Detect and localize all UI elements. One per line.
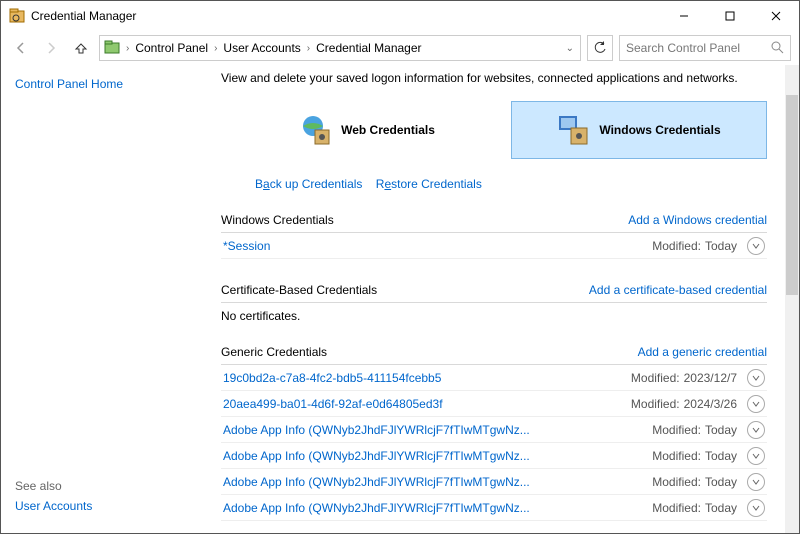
address-bar[interactable]: › Control Panel › User Accounts › Creden… [99, 35, 581, 61]
restore-credentials-link[interactable]: Restore Credentials [376, 177, 482, 191]
credential-row[interactable]: Adobe App Info (QWNyb2JhdFJlYWRlcjF7fTIw… [221, 469, 767, 495]
credential-modified: Modified:Today [652, 475, 737, 489]
expand-icon[interactable] [747, 499, 765, 517]
titlebar: Credential Manager [1, 1, 799, 31]
windows-safe-icon [557, 114, 589, 146]
credential-name[interactable]: Adobe App Info (QWNyb2JhdFJlYWRlcjF7fTIw… [223, 501, 530, 515]
expand-icon[interactable] [747, 369, 765, 387]
backup-credentials-link[interactable]: Back up Credentials [255, 177, 362, 191]
breadcrumb-current: Credential Manager [316, 41, 421, 55]
up-button[interactable] [69, 36, 93, 60]
tile-label: Windows Credentials [599, 123, 720, 137]
credential-modified: Modified:Today [652, 449, 737, 463]
add-certificate-credential-link[interactable]: Add a certificate-based credential [589, 283, 767, 297]
credential-modified: Modified:Today [652, 239, 737, 253]
chevron-right-icon[interactable]: › [124, 43, 131, 54]
credential-type-tiles: Web Credentials Windows Credentials [221, 101, 767, 159]
search-placeholder: Search Control Panel [626, 41, 740, 55]
tile-label: Web Credentials [341, 123, 435, 137]
minimize-button[interactable] [661, 1, 707, 31]
credential-name[interactable]: Adobe App Info (QWNyb2JhdFJlYWRlcjF7fTIw… [223, 449, 530, 463]
credential-name[interactable]: 19c0bd2a-c7a8-4fc2-bdb5-411154fcebb5 [223, 371, 441, 385]
section-title: Generic Credentials [221, 345, 327, 359]
intro-text: View and delete your saved logon informa… [221, 71, 767, 85]
chevron-down-icon[interactable]: ⌄ [564, 43, 576, 54]
main: View and delete your saved logon informa… [201, 65, 799, 533]
add-generic-credential-link[interactable]: Add a generic credential [638, 345, 767, 359]
credential-modified: Modified:Today [652, 423, 737, 437]
expand-icon[interactable] [747, 421, 765, 439]
maximize-button[interactable] [707, 1, 753, 31]
credential-name[interactable]: Adobe App Info (QWNyb2JhdFJlYWRlcjF7fTIw… [223, 423, 530, 437]
credential-modified: Modified:2024/3/26 [631, 397, 737, 411]
expand-icon[interactable] [747, 447, 765, 465]
search-input[interactable]: Search Control Panel [619, 35, 791, 61]
web-credentials-tile[interactable]: Web Credentials [239, 101, 495, 159]
credential-modified: Modified:Today [652, 501, 737, 515]
refresh-button[interactable] [587, 35, 613, 61]
credential-modified: Modified:2023/12/7 [631, 371, 737, 385]
add-windows-credential-link[interactable]: Add a Windows credential [628, 213, 767, 227]
credential-name[interactable]: 20aea499-ba01-4d6f-92af-e0d64805ed3f [223, 397, 443, 411]
credential-row[interactable]: Adobe App Info (QWNyb2JhdFJlYWRlcjF7fTIw… [221, 443, 767, 469]
window-buttons [661, 1, 799, 31]
section-title: Windows Credentials [221, 213, 334, 227]
expand-icon[interactable] [747, 395, 765, 413]
credential-name[interactable]: Adobe App Info (QWNyb2JhdFJlYWRlcjF7fTIw… [223, 475, 530, 489]
globe-safe-icon [299, 114, 331, 146]
window: Credential Manager › Control Panel › Use… [0, 0, 800, 534]
body: Control Panel Home See also User Account… [1, 65, 799, 533]
credential-row[interactable]: 20aea499-ba01-4d6f-92af-e0d64805ed3f Mod… [221, 391, 767, 417]
main-content: View and delete your saved logon informa… [201, 65, 785, 533]
chevron-right-icon[interactable]: › [212, 43, 219, 54]
navbar: › Control Panel › User Accounts › Creden… [1, 31, 799, 65]
credential-row[interactable]: 19c0bd2a-c7a8-4fc2-bdb5-411154fcebb5 Mod… [221, 365, 767, 391]
forward-button[interactable] [39, 36, 63, 60]
expand-icon[interactable] [747, 237, 765, 255]
sidebar: Control Panel Home See also User Account… [1, 65, 201, 533]
credential-row[interactable]: Adobe App Info (QWNyb2JhdFJlYWRlcjF7fTIw… [221, 495, 767, 521]
credential-name[interactable]: *Session [223, 239, 270, 253]
credential-row[interactable]: Adobe App Info (QWNyb2JhdFJlYWRlcjF7fTIw… [221, 417, 767, 443]
chevron-right-icon[interactable]: › [305, 43, 312, 54]
backup-restore-links: Back up Credentials Restore Credentials [221, 177, 767, 191]
no-certificates-label: No certificates. [221, 303, 767, 337]
sidebar-home-link[interactable]: Control Panel Home [15, 77, 187, 91]
breadcrumb-control-panel[interactable]: Control Panel [135, 41, 208, 55]
close-button[interactable] [753, 1, 799, 31]
expand-icon[interactable] [747, 473, 765, 491]
search-icon [770, 40, 784, 57]
folder-icon [104, 39, 120, 58]
back-button[interactable] [9, 36, 33, 60]
scrollbar[interactable] [785, 65, 799, 533]
sidebar-user-accounts-link[interactable]: User Accounts [15, 499, 187, 513]
windows-credentials-section-header: Windows Credentials Add a Windows creden… [221, 209, 767, 233]
scrollbar-thumb[interactable] [786, 95, 798, 295]
section-title: Certificate-Based Credentials [221, 283, 377, 297]
certificate-credentials-section-header: Certificate-Based Credentials Add a cert… [221, 279, 767, 303]
sidebar-see-also-label: See also [15, 479, 187, 493]
breadcrumb-user-accounts[interactable]: User Accounts [223, 41, 300, 55]
window-title: Credential Manager [31, 9, 136, 23]
app-icon [9, 8, 25, 24]
credential-row[interactable]: *Session Modified:Today [221, 233, 767, 259]
windows-credentials-tile[interactable]: Windows Credentials [511, 101, 767, 159]
generic-credentials-section-header: Generic Credentials Add a generic creden… [221, 341, 767, 365]
